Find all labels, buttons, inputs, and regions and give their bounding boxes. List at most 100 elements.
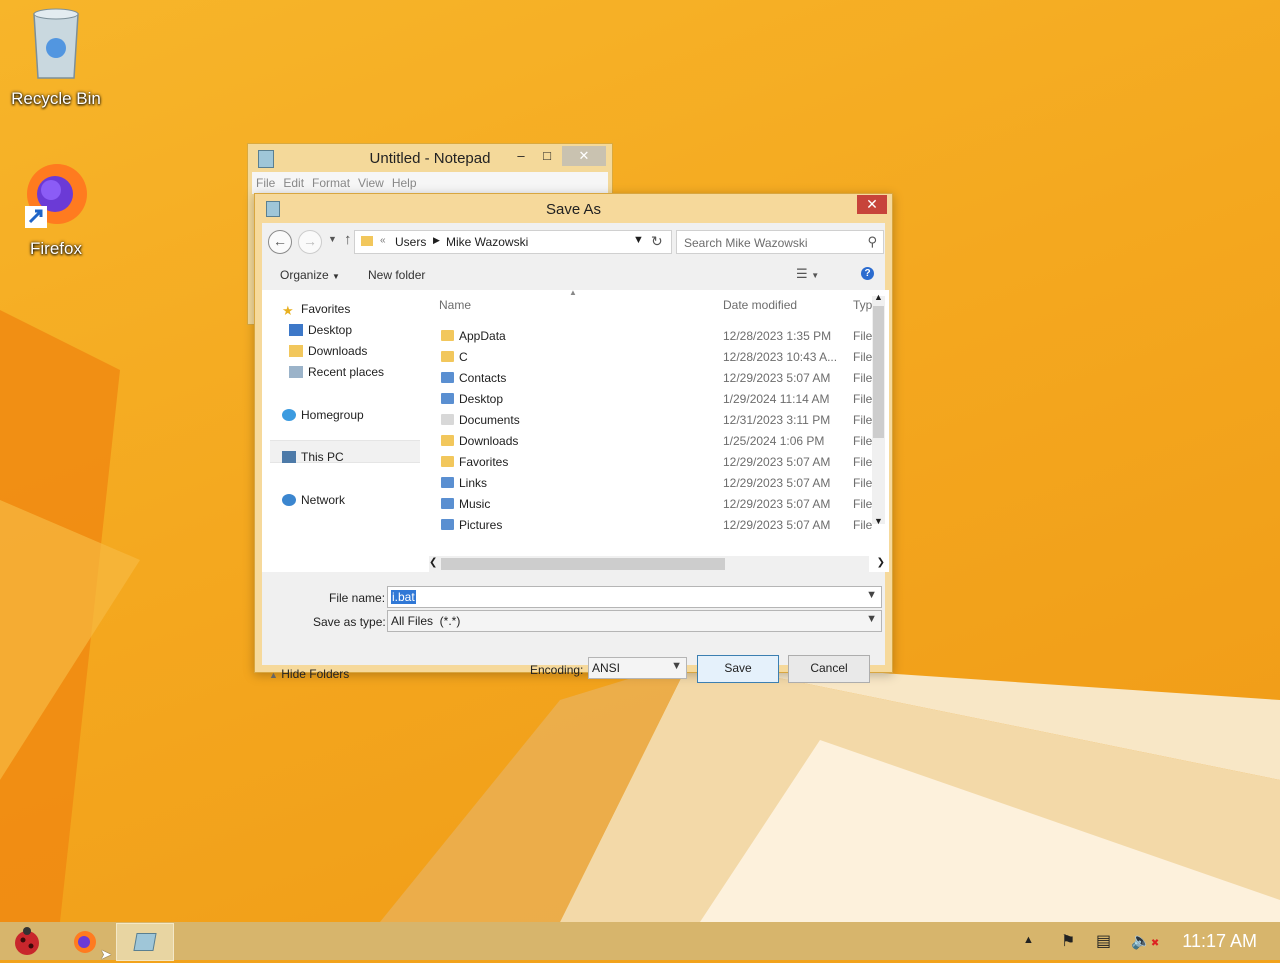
scroll-down-icon[interactable]: ▼	[874, 516, 883, 526]
notepad-icon	[133, 933, 157, 951]
minimize-button[interactable]: –	[513, 146, 529, 166]
nav-favorites[interactable]: ★ Favorites	[282, 300, 350, 318]
nav-downloads[interactable]: Downloads	[289, 342, 367, 360]
file-row[interactable]: AppData 12/28/2023 1:35 PM File	[429, 326, 872, 347]
notepad-menubar: File Edit Format View Help	[252, 172, 608, 194]
dialog-title: Save As	[545, 201, 602, 218]
nav-desktop[interactable]: Desktop	[289, 321, 352, 339]
notepad-titlebar[interactable]: Untitled - Notepad – □ ✕	[248, 144, 612, 172]
breadcrumb-mike-wazowski[interactable]: Mike Wazowski	[446, 235, 528, 249]
notepad-close-button[interactable]: ✕	[562, 146, 606, 166]
menu-file[interactable]: File	[252, 172, 279, 194]
menu-edit[interactable]: Edit	[279, 172, 308, 194]
column-header-date[interactable]: Date modified	[723, 298, 797, 312]
view-options-icon[interactable]: ☰ ▼	[796, 266, 819, 282]
overflow-chevron-icon[interactable]: «	[380, 235, 386, 246]
hide-folders-button[interactable]: ▲ Hide Folders	[269, 667, 349, 681]
network-icon[interactable]: ▤	[1096, 931, 1111, 951]
taskbar: ➤ ▲ ⚑ ▤ 🔈✖ 11:17 AM	[0, 922, 1280, 962]
breadcrumb-users[interactable]: Users	[395, 235, 426, 249]
flag-icon[interactable]: ⚑	[1061, 931, 1075, 951]
file-row[interactable]: Favorites 12/29/2023 5:07 AM File	[429, 452, 872, 473]
save-button[interactable]: Save	[697, 655, 779, 683]
maximize-button[interactable]: □	[539, 146, 555, 166]
scroll-right-icon[interactable]: ❯	[877, 557, 885, 568]
recycle-bin-desktop-icon[interactable]: Recycle Bin	[6, 6, 106, 109]
nav-recent-places[interactable]: Recent places	[289, 363, 384, 381]
close-button[interactable]: ✕	[857, 195, 887, 214]
up-arrow-icon[interactable]: ↑	[344, 231, 352, 248]
dialog-body: ← → ▼ ↑ « Users ▶ Mike Wazowski ▼ ↻ Sear…	[262, 223, 889, 683]
column-header-type[interactable]: Typ	[853, 298, 872, 312]
volume-muted-icon[interactable]: 🔈✖	[1131, 931, 1159, 951]
file-row[interactable]: Music 12/29/2023 5:07 AM File	[429, 494, 872, 515]
encoding-value: ANSI	[592, 661, 621, 675]
cancel-button[interactable]: Cancel	[788, 655, 870, 683]
firefox-desktop-icon[interactable]: Firefox	[6, 160, 106, 259]
documents-folder-icon	[441, 414, 454, 425]
vertical-scrollbar[interactable]: ▲ ▼	[872, 292, 885, 526]
menu-format[interactable]: Format	[308, 172, 354, 194]
file-name-dropdown-icon[interactable]: ▼	[866, 589, 877, 601]
homegroup-icon	[282, 409, 296, 421]
encoding-dropdown-icon[interactable]: ▼	[671, 660, 682, 672]
scroll-left-icon[interactable]: ❮	[429, 557, 437, 568]
nav-homegroup[interactable]: Homegroup	[282, 406, 364, 424]
encoding-select[interactable]: ANSI ▼	[588, 657, 687, 679]
show-hidden-icons-icon[interactable]: ▲	[1023, 934, 1034, 946]
file-name-input[interactable]: i.bat ▼	[387, 586, 882, 608]
start-button[interactable]	[10, 923, 44, 959]
horizontal-scroll-thumb[interactable]	[441, 558, 725, 570]
search-placeholder: Search Mike Wazowski	[684, 236, 808, 250]
favorites-folder-icon	[441, 456, 454, 467]
organize-button[interactable]: Organize ▼	[280, 268, 340, 282]
firefox-label: Firefox	[30, 239, 82, 258]
pictures-folder-icon	[441, 519, 454, 530]
address-dropdown-icon[interactable]: ▼	[633, 234, 644, 246]
nav-this-pc[interactable]: This PC	[282, 448, 344, 466]
save-as-type-select[interactable]: All Files (*.*) ▼	[387, 610, 882, 632]
menu-help[interactable]: Help	[388, 172, 421, 194]
help-icon[interactable]: ?	[861, 267, 874, 280]
notepad-title: Untitled - Notepad	[369, 150, 491, 167]
clock[interactable]: 11:17 AM	[1182, 931, 1257, 952]
desktop-icon	[289, 324, 303, 336]
notepad-taskbar-button[interactable]	[116, 923, 174, 961]
star-icon: ★	[282, 303, 294, 318]
search-box[interactable]: Search Mike Wazowski ⚲	[676, 230, 884, 254]
dialog-titlebar[interactable]: Save As ✕	[255, 194, 892, 222]
back-button[interactable]: ←	[268, 230, 292, 254]
file-row[interactable]: Contacts 12/29/2023 5:07 AM File	[429, 368, 872, 389]
nav-network[interactable]: Network	[282, 491, 345, 509]
firefox-icon	[74, 931, 96, 953]
vertical-scroll-thumb[interactable]	[873, 306, 884, 438]
menu-view[interactable]: View	[354, 172, 388, 194]
folder-icon	[361, 236, 373, 246]
folder-icon	[441, 351, 454, 362]
save-as-type-dropdown-icon[interactable]: ▼	[866, 613, 877, 625]
file-row[interactable]: C 12/28/2023 10:43 A... File	[429, 347, 872, 368]
file-name-label: File name:	[329, 591, 386, 605]
address-bar[interactable]: « Users ▶ Mike Wazowski ▼ ↻	[354, 230, 672, 254]
refresh-icon[interactable]: ↻	[651, 233, 663, 250]
collapse-icon: ▲	[269, 670, 278, 680]
file-row[interactable]: Desktop 1/29/2024 11:14 AM File	[429, 389, 872, 410]
new-folder-button[interactable]: New folder	[368, 268, 425, 282]
column-header-name[interactable]: Name	[439, 298, 471, 312]
file-row[interactable]: Links 12/29/2023 5:07 AM File	[429, 473, 872, 494]
firefox-taskbar-button[interactable]	[68, 923, 102, 959]
encoding-label: Encoding:	[530, 663, 584, 677]
search-icon[interactable]: ⚲	[867, 234, 877, 250]
file-row[interactable]: Pictures 12/29/2023 5:07 AM File	[429, 515, 872, 536]
file-row[interactable]: Documents 12/31/2023 3:11 PM File	[429, 410, 872, 431]
file-row[interactable]: Downloads 1/25/2024 1:06 PM File	[429, 431, 872, 452]
file-name-value: i.bat	[391, 590, 416, 604]
scroll-up-icon[interactable]: ▲	[874, 292, 883, 302]
music-folder-icon	[441, 498, 454, 509]
horizontal-scrollbar[interactable]: ❮ ❯	[429, 556, 885, 572]
recent-locations-icon[interactable]: ▼	[328, 234, 337, 244]
forward-button[interactable]: →	[298, 230, 322, 254]
save-as-type-value: All Files (*.*)	[391, 614, 461, 628]
save-as-dialog[interactable]: Save As ✕ ← → ▼ ↑ « Users ▶ Mike Wazowsk…	[254, 193, 893, 683]
links-folder-icon	[441, 477, 454, 488]
